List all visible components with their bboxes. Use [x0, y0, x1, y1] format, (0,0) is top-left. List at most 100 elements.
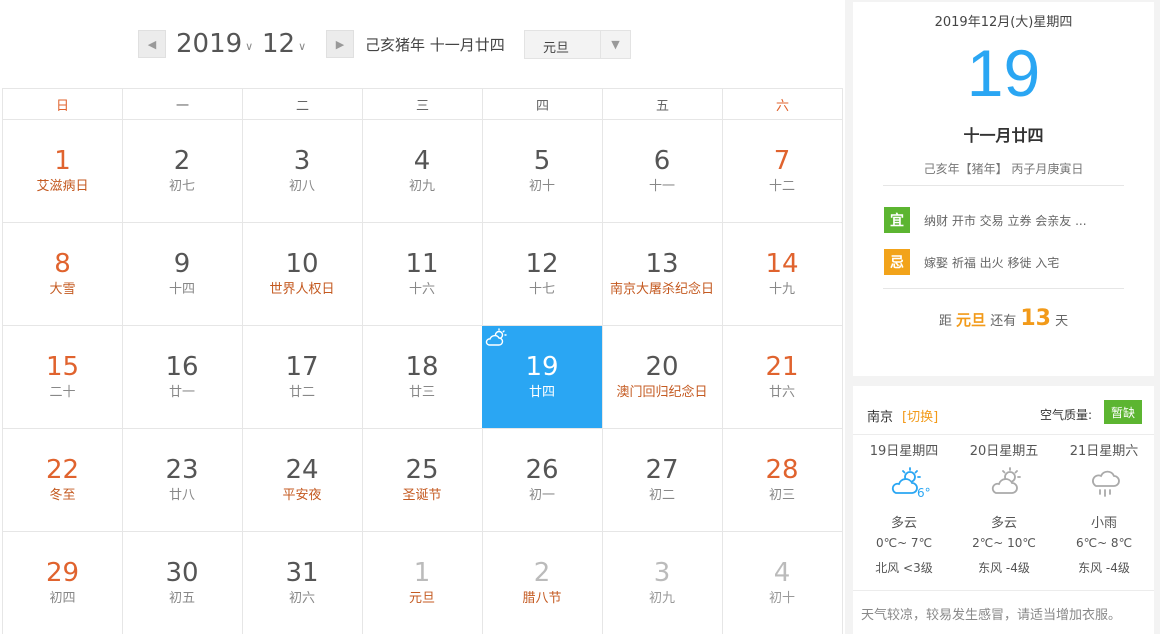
air-quality-label: 空气质量:: [1040, 408, 1093, 422]
chevron-down-icon: ∨: [245, 39, 254, 53]
chevron-right-icon: ▶: [335, 37, 345, 51]
year-select[interactable]: 2019 ∨: [176, 27, 253, 61]
day-number: 21: [765, 352, 799, 382]
calendar-day-cell[interactable]: 2 腊八节: [482, 532, 603, 634]
calendar-day-cell[interactable]: 2 初七: [122, 120, 243, 223]
calendar-day-cell[interactable]: 14 十九: [722, 223, 843, 326]
prev-month-button[interactable]: ◀: [138, 30, 166, 58]
calendar-day-cell[interactable]: 4 初十: [722, 532, 843, 634]
lunar-day-label: 廿六: [768, 385, 795, 400]
calendar-day-cell[interactable]: 1 艾滋病日: [2, 120, 123, 223]
lunar-day-label: 初六: [288, 591, 315, 606]
divider: [883, 288, 1124, 289]
calendar-day-cell[interactable]: 12 十七: [482, 223, 603, 326]
weekday-header: 二: [242, 88, 363, 120]
countdown-middle: 还有: [990, 314, 1017, 329]
calendar-grid: 日一二三四五六 1 艾滋病日 2 初七 3 初八 4 初九 5 初十 6 十一 7 十二 8 大雪 9 十四 10 世界…: [2, 88, 844, 634]
day-number: 17: [285, 352, 319, 382]
divider: [853, 434, 1154, 435]
divider: [883, 185, 1124, 186]
calendar-day-cell[interactable]: 1 元旦: [362, 532, 483, 634]
calendar-day-cell[interactable]: 29 初四: [2, 532, 123, 634]
yi-row: 宜 纳财 开市 交易 立券 会亲友 ...: [884, 207, 1134, 233]
day-number: 6: [653, 146, 671, 176]
calendar-day-cell[interactable]: 28 初三: [722, 429, 843, 532]
calendar-day-cell[interactable]: 22 冬至: [2, 429, 123, 532]
day-number: 2: [533, 558, 551, 588]
calendar-panel: ◀ 2019 ∨ 12 ∨ ▶ 己亥猪年 十一月廿四 元旦 ▼ 日一二三四五六1…: [0, 0, 845, 634]
festival-label: 世界人权日: [269, 282, 335, 297]
day-number: 13: [645, 249, 679, 279]
next-month-button[interactable]: ▶: [326, 30, 354, 58]
day-number: 7: [773, 146, 791, 176]
festival-label: 大雪: [49, 282, 76, 297]
calendar-day-cell[interactable]: 13 南京大屠杀纪念日: [602, 223, 723, 326]
day-number: 18: [405, 352, 439, 382]
yi-badge: 宜: [884, 207, 910, 233]
lunar-day-label: 十四: [168, 282, 195, 297]
day-number: 22: [45, 455, 80, 485]
forecast-wind: 东风 -4级: [978, 561, 1030, 575]
forecast-temperature: 0℃~ 7℃: [875, 536, 933, 550]
calendar-day-cell[interactable]: 3 初八: [242, 120, 363, 223]
calendar-day-cell[interactable]: 24 平安夜: [242, 429, 363, 532]
day-number: 3: [653, 558, 671, 588]
forecast-condition: 小雨: [1090, 516, 1117, 531]
holiday-select[interactable]: 元旦 ▼: [524, 30, 631, 59]
city-switch-link[interactable]: [切换]: [902, 406, 938, 425]
forecast-wind: 东风 -4级: [1078, 561, 1130, 575]
festival-label: 南京大屠杀纪念日: [609, 282, 714, 297]
countdown-days: 13: [1020, 306, 1051, 331]
calendar-day-cell[interactable]: 31 初六: [242, 532, 363, 634]
partly-cloudy-icon: [991, 467, 1021, 494]
calendar-day-cell[interactable]: 15 二十: [2, 326, 123, 429]
calendar-day-cell[interactable]: 27 初二: [602, 429, 723, 532]
lunar-day-label: 初三: [768, 488, 795, 503]
day-detail-panel: 2019年12月(大)星期四 19 十一月廿四 己亥年【猪年】 丙子月庚寅日 宜…: [853, 2, 1154, 376]
forecast-temperature: 6℃~ 8℃: [1075, 536, 1133, 550]
weekday-header: 日: [2, 88, 123, 120]
lunar-day-label: 初四: [49, 591, 76, 606]
holiday-countdown: 距 元旦 还有 13 天: [853, 306, 1154, 331]
calendar-day-cell[interactable]: 30 初五: [122, 532, 243, 634]
lunar-day-label: 廿二: [288, 385, 315, 400]
calendar-day-cell[interactable]: 17 廿二: [242, 326, 363, 429]
calendar-day-cell[interactable]: 18 廿三: [362, 326, 483, 429]
weekday-header: 五: [602, 88, 723, 120]
forecast-condition: 多云: [990, 516, 1017, 531]
calendar-day-cell[interactable]: 4 初九: [362, 120, 483, 223]
calendar-day-cell[interactable]: 25 圣诞节: [362, 429, 483, 532]
countdown-prefix: 距: [938, 314, 952, 329]
weekday-header: 三: [362, 88, 483, 120]
calendar-day-cell-selected[interactable]: 19 廿四: [482, 326, 603, 429]
lunar-day-label: 初八: [288, 179, 315, 194]
calendar-day-cell[interactable]: 9 十四: [122, 223, 243, 326]
calendar-day-cell[interactable]: 21 廿六: [722, 326, 843, 429]
detail-day-number: 19: [966, 36, 1041, 110]
calendar-day-cell[interactable]: 20 澳门回归纪念日: [602, 326, 723, 429]
calendar-day-cell[interactable]: 8 大雪: [2, 223, 123, 326]
day-number: 23: [165, 455, 199, 485]
calendar-day-cell[interactable]: 10 世界人权日: [242, 223, 363, 326]
festival-label: 艾滋病日: [36, 179, 89, 194]
countdown-suffix: 天: [1055, 314, 1069, 329]
calendar-day-cell[interactable]: 7 十二: [722, 120, 843, 223]
calendar-day-cell[interactable]: 16 廿一: [122, 326, 243, 429]
lunar-day-label: 廿一: [168, 385, 195, 400]
day-number: 2: [173, 146, 191, 176]
calendar-day-cell[interactable]: 3 初九: [602, 532, 723, 634]
month-select[interactable]: 12 ∨: [262, 27, 306, 61]
day-number: 27: [645, 455, 679, 485]
lunar-day-label: 十六: [408, 282, 435, 297]
calendar-day-cell[interactable]: 23 廿八: [122, 429, 243, 532]
calendar-day-cell[interactable]: 26 初一: [482, 429, 603, 532]
lunar-day-label: 廿四: [528, 385, 555, 400]
forecast-day: 20日星期五 多云 2℃~ 10℃ 东风 -4级: [954, 440, 1054, 590]
lunar-day-label: 二十: [49, 385, 76, 400]
calendar-day-cell[interactable]: 11 十六: [362, 223, 483, 326]
lunar-day-label: 十七: [528, 282, 555, 297]
calendar-day-cell[interactable]: 6 十一: [602, 120, 723, 223]
light-rain-icon: [1092, 470, 1120, 497]
calendar-day-cell[interactable]: 5 初十: [482, 120, 603, 223]
detail-lunar-date: 十一月廿四: [963, 126, 1044, 145]
